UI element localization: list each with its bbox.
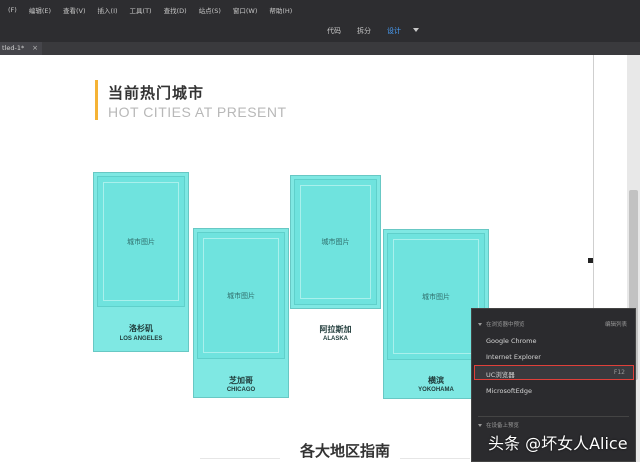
- menu-insert[interactable]: 插入(I): [92, 5, 124, 15]
- expand-triangle-icon: [478, 323, 482, 326]
- section-divider-right: [400, 458, 470, 459]
- code-view-button[interactable]: 代码: [327, 26, 341, 36]
- section-title-region-guide: 各大地区指南: [300, 442, 391, 460]
- menu-tools[interactable]: 工具(T): [124, 5, 158, 15]
- menu-item-microsoft-edge[interactable]: MicrosoftEdge: [486, 387, 532, 395]
- menu-find[interactable]: 查找(D): [158, 5, 193, 15]
- document-tab-label: tled-1*: [2, 44, 25, 52]
- menu-window[interactable]: 窗口(W): [227, 5, 264, 15]
- photo-placeholder-label: 城市图片: [321, 238, 350, 246]
- city-name-en: ALASKA: [323, 336, 348, 342]
- city-name-cn: 芝加哥: [229, 376, 253, 385]
- city-card-los-angeles[interactable]: 城市图片 洛杉矶 LOS ANGELES: [93, 172, 189, 352]
- watermark-text: 头条 @坏女人Alice: [488, 434, 628, 453]
- title-accent-bar: [95, 80, 98, 120]
- split-view-button[interactable]: 拆分: [357, 26, 371, 36]
- section-divider-left: [200, 458, 280, 459]
- photo-placeholder-label: 城市图片: [422, 292, 450, 301]
- design-view-button[interactable]: 设计: [387, 26, 401, 36]
- city-photo-placeholder: 城市图片: [294, 179, 377, 305]
- city-card-chicago[interactable]: 城市图片 芝加哥 CHICAGO: [193, 228, 289, 398]
- page-title-en: HOT CITIES AT PRESENT: [108, 104, 287, 120]
- photo-placeholder-label: 城市图片: [127, 237, 155, 246]
- city-name-en: CHICAGO: [226, 387, 256, 393]
- preview-on-device-header: 在设备上预览: [478, 421, 519, 429]
- menu-separator: [478, 416, 629, 417]
- photo-placeholder-label: 城市图片: [227, 291, 255, 300]
- city-name-en: LOS ANGELES: [119, 336, 163, 342]
- city-card-alaska-caption: 阿拉斯加 ALASKA: [290, 318, 381, 348]
- menu-edit[interactable]: 编辑(E): [23, 5, 57, 15]
- menu-item-internet-explorer[interactable]: Internet Explorer: [486, 353, 541, 361]
- resize-handle[interactable]: [588, 258, 593, 263]
- city-photo-placeholder: 城市图片: [97, 176, 185, 307]
- menu-item-shortcut-key: F12: [613, 369, 625, 376]
- view-dropdown-chevron-down-icon[interactable]: [413, 28, 419, 32]
- city-card-alaska-photo[interactable]: 城市图片: [290, 175, 381, 309]
- close-icon[interactable]: ×: [32, 42, 38, 55]
- document-tab[interactable]: tled-1* ×: [0, 42, 42, 55]
- menu-site[interactable]: 站点(S): [193, 5, 227, 15]
- city-name-cn: 洛杉矶: [129, 324, 153, 333]
- menu-help[interactable]: 帮助(H): [263, 5, 298, 15]
- city-name-cn: 阿拉斯加: [319, 325, 352, 334]
- document-tab-bar: tled-1* ×: [0, 42, 640, 55]
- page-title-cn: 当前热门城市: [108, 84, 205, 102]
- edit-list-link[interactable]: 编辑列表: [605, 320, 627, 328]
- menu-item-uc-browser[interactable]: UC浏览器: [486, 369, 515, 379]
- preview-in-browser-header: 在浏览器中预览: [478, 320, 525, 328]
- expand-triangle-icon: [478, 424, 482, 427]
- menu-file[interactable]: (F): [2, 6, 23, 14]
- menu-bar: (F) 编辑(E) 查看(V) 插入(I) 工具(T) 查找(D) 站点(S) …: [0, 0, 640, 20]
- menu-item-google-chrome[interactable]: Google Chrome: [486, 337, 536, 345]
- city-photo-placeholder: 城市图片: [197, 232, 285, 359]
- menu-view[interactable]: 查看(V): [57, 5, 92, 15]
- view-toolbar: 代码 拆分 设计: [0, 20, 640, 42]
